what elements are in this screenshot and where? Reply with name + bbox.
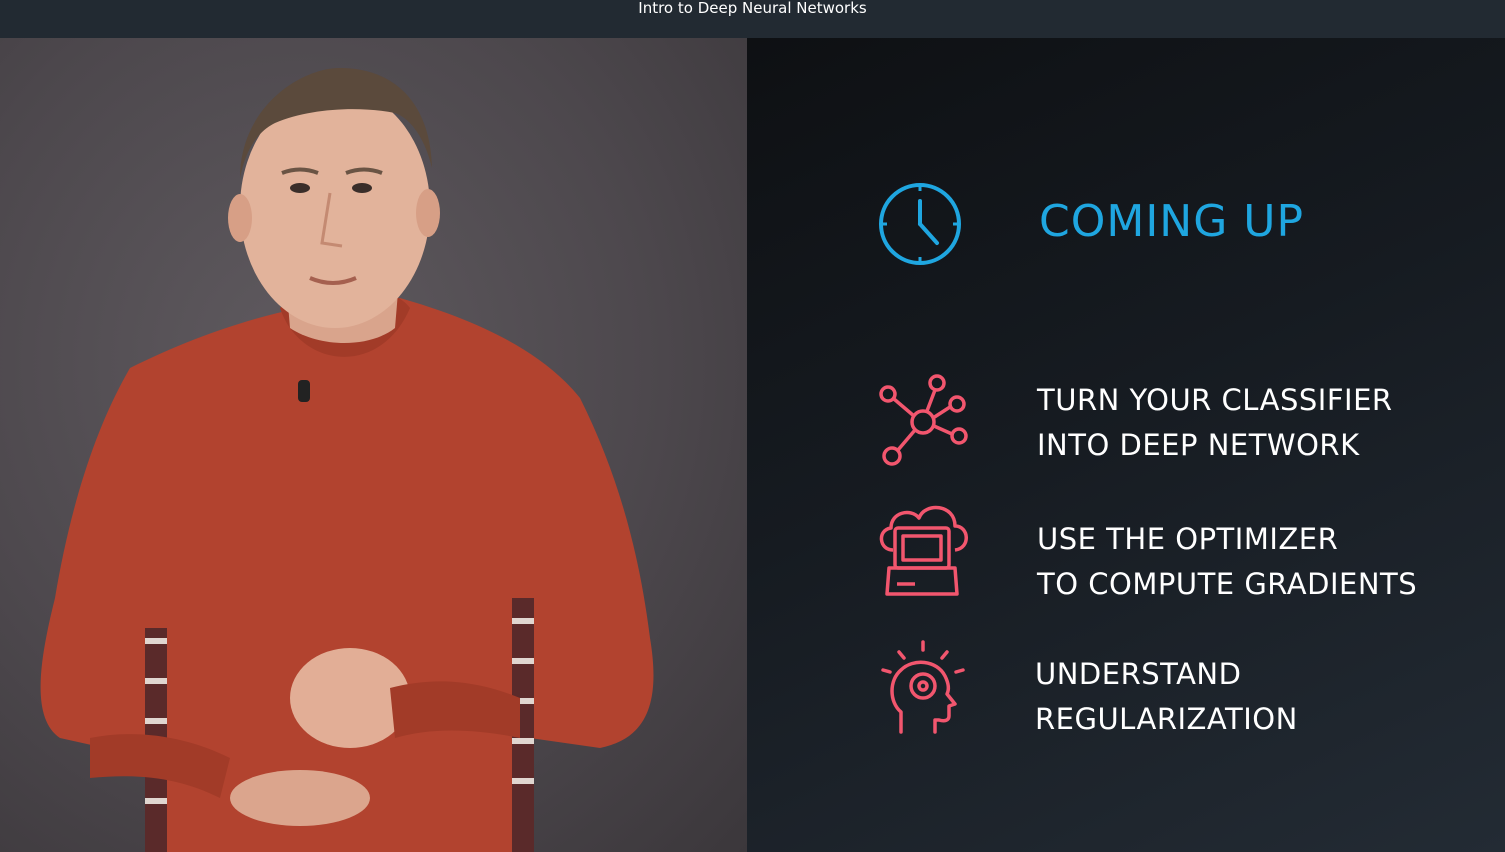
presenter-image — [40, 68, 654, 852]
item-2-line-1: USE THE OPTIMIZER — [1037, 522, 1339, 556]
slide-heading: COMING UP — [1039, 196, 1305, 247]
item-2-line-2: TO COMPUTE GRADIENTS — [1037, 567, 1418, 601]
slide-panel: COMING UP TURN YOUR CLASSIFIER INTO DEEP… — [747, 38, 1505, 852]
clock-icon — [879, 183, 961, 265]
network-icon — [879, 374, 968, 466]
item-1-line-2: INTO DEEP NETWORK — [1037, 428, 1360, 462]
head-idea-icon — [881, 640, 965, 734]
item-1-line-1: TURN YOUR CLASSIFIER — [1037, 383, 1393, 417]
window-title: Intro to Deep Neural Networks — [638, 0, 867, 17]
title-bar: Intro to Deep Neural Networks — [0, 0, 1505, 38]
item-3-line-2: REGULARIZATION — [1035, 702, 1298, 736]
presenter-video — [0, 38, 747, 852]
video-frame[interactable]: COMING UP TURN YOUR CLASSIFIER INTO DEEP… — [0, 38, 1505, 852]
coming-up-item-3: UNDERSTAND REGULARIZATION — [1035, 652, 1298, 742]
item-3-line-1: UNDERSTAND — [1035, 657, 1242, 691]
coming-up-item-2: USE THE OPTIMIZER TO COMPUTE GRADIENTS — [1037, 517, 1417, 607]
cloud-laptop-icon — [879, 505, 968, 596]
coming-up-item-1: TURN YOUR CLASSIFIER INTO DEEP NETWORK — [1037, 378, 1393, 468]
